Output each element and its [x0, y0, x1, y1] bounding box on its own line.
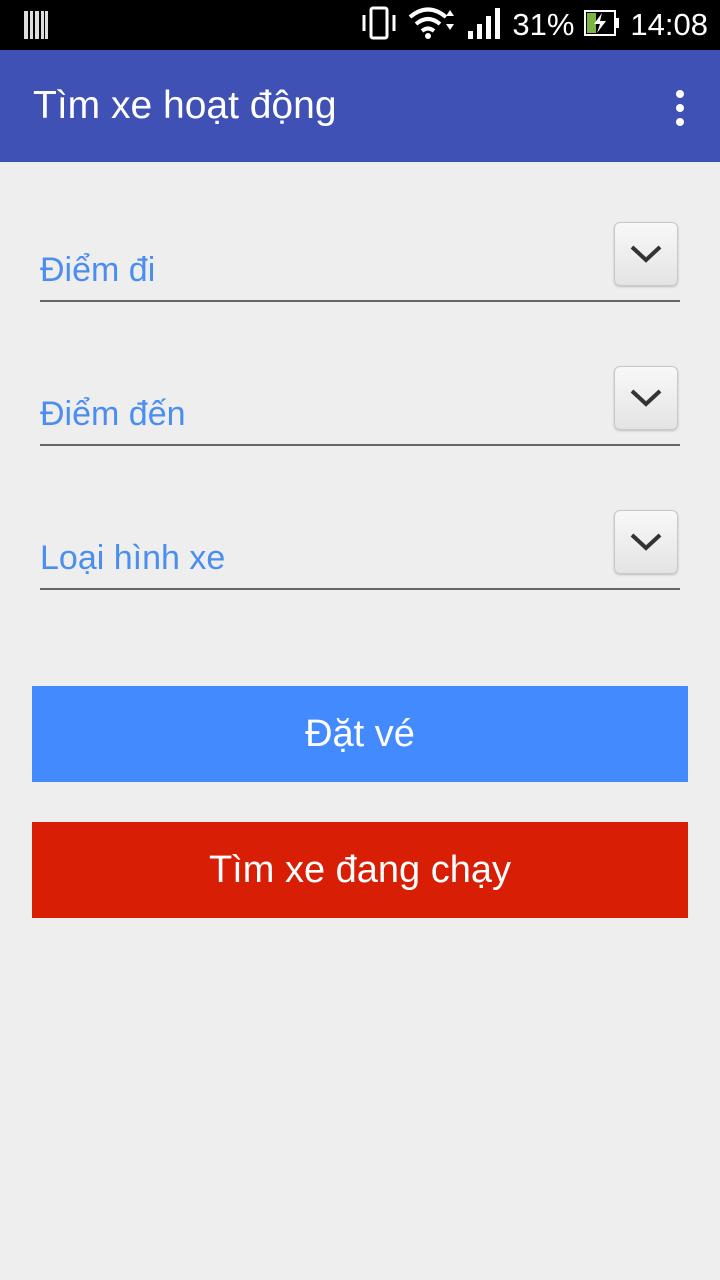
wifi-icon [408, 6, 458, 45]
departure-dropdown-button[interactable] [614, 222, 678, 286]
vehicle-type-label: Loại hình xe [40, 539, 226, 577]
destination-label: Điểm đến [40, 395, 186, 433]
app-bar: Tìm xe hoạt động [0, 50, 720, 162]
status-bar: 31% 14:08 [0, 0, 720, 50]
vehicle-type-dropdown-button[interactable] [614, 510, 678, 574]
clock: 14:08 [630, 7, 708, 42]
vehicle-type-field[interactable]: Loại hình xe [40, 510, 680, 590]
page-title: Tìm xe hoạt động [33, 84, 337, 127]
signal-icon [468, 7, 502, 44]
destination-dropdown-button[interactable] [614, 366, 678, 430]
departure-label: Điểm đi [40, 251, 156, 289]
destination-field[interactable]: Điểm đến [40, 366, 680, 446]
vibrate-icon [360, 6, 398, 45]
chevron-down-icon [630, 533, 662, 551]
chevron-down-icon [630, 389, 662, 407]
book-ticket-button[interactable]: Đặt vé [32, 686, 688, 782]
battery-percent: 31% [512, 7, 575, 42]
battery-charging-icon [584, 9, 620, 41]
track-running-bus-button[interactable]: Tìm xe đang chạy [32, 822, 688, 918]
overflow-menu-icon[interactable] [668, 88, 692, 128]
chevron-down-icon [630, 245, 662, 263]
barcode-icon [24, 11, 48, 44]
departure-field[interactable]: Điểm đi [40, 222, 680, 302]
